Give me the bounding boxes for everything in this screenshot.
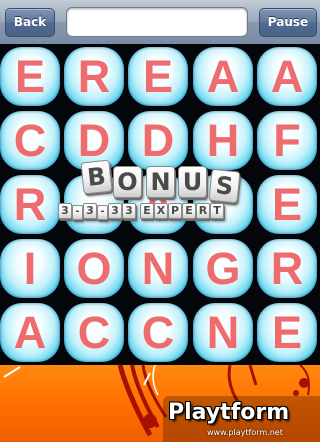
- bonus-combo-cube: P: [168, 203, 182, 219]
- letter-tile[interactable]: A: [257, 47, 317, 106]
- letter-tile[interactable]: O: [64, 239, 124, 298]
- tile-letter: I: [23, 243, 37, 294]
- letter-tile[interactable]: I: [0, 239, 60, 298]
- back-button[interactable]: Back: [5, 8, 55, 37]
- letter-tile[interactable]: F: [257, 111, 317, 170]
- letter-tile[interactable]: E: [128, 47, 188, 106]
- tile-letter: N: [141, 243, 175, 294]
- tile-letter: N: [206, 307, 240, 358]
- letter-tile[interactable]: A: [0, 303, 60, 362]
- bonus-combo-cube: 3: [108, 203, 122, 219]
- bonus-letter-cube: S: [208, 168, 241, 204]
- playtform-watermark: Playtform www.playtform.net: [163, 396, 320, 442]
- playtform-logo: Playtform: [168, 400, 290, 425]
- tile-letter: E: [142, 51, 173, 102]
- letter-tile[interactable]: C: [64, 303, 124, 362]
- letter-tile[interactable]: C: [0, 111, 60, 170]
- bonus-combo-cube: -: [97, 205, 108, 220]
- tile-letter: A: [13, 307, 47, 358]
- bonus-combo-cube: R: [196, 203, 210, 219]
- tile-letter: R: [77, 51, 111, 102]
- tile-letter: E: [271, 307, 302, 358]
- tile-letter: E: [14, 51, 45, 102]
- pause-button[interactable]: Pause: [259, 8, 317, 37]
- tile-letter: C: [13, 115, 47, 166]
- tile-letter: G: [205, 243, 241, 294]
- tile-letter: C: [141, 307, 175, 358]
- bonus-letter-cube: U: [178, 166, 207, 198]
- bonus-combo-cube: E: [182, 203, 196, 219]
- letter-tile[interactable]: R: [64, 47, 124, 106]
- bonus-combo-cube: T: [210, 203, 224, 219]
- bonus-combo-cube: -: [72, 205, 83, 220]
- bonus-letter-cube: B: [80, 159, 113, 195]
- bonus-combo-banner: 3-3-33EXPERT: [58, 201, 268, 221]
- letter-tile[interactable]: E: [257, 303, 317, 362]
- bonus-letter-cube: N: [146, 166, 175, 198]
- letter-tile[interactable]: G: [193, 239, 253, 298]
- tile-letter: A: [206, 51, 240, 102]
- playtform-url: www.playtform.net: [207, 428, 283, 437]
- letter-tile[interactable]: E: [0, 47, 60, 106]
- letter-tile[interactable]: R: [257, 239, 317, 298]
- tile-letter: R: [270, 243, 304, 294]
- bonus-combo-cube: E: [140, 203, 154, 219]
- bonus-banner: BONUS: [80, 158, 242, 204]
- letter-tile[interactable]: R: [0, 175, 60, 234]
- tile-letter: C: [77, 307, 111, 358]
- letter-tile[interactable]: C: [128, 303, 188, 362]
- top-bar: Back Pause: [0, 0, 320, 45]
- letter-tile[interactable]: N: [193, 303, 253, 362]
- bonus-combo-cube: 3: [83, 203, 97, 219]
- tile-letter: O: [76, 243, 112, 294]
- tile-letter: F: [273, 115, 301, 166]
- bonus-combo-cube: X: [154, 203, 168, 219]
- tile-letter: R: [13, 179, 47, 230]
- current-word-field: [66, 7, 248, 37]
- letter-tile[interactable]: N: [128, 239, 188, 298]
- bonus-combo-cube: 3: [58, 203, 72, 219]
- bonus-letter-cube: O: [113, 166, 142, 198]
- bonus-combo-cube: 3: [122, 203, 136, 219]
- letter-tile[interactable]: A: [193, 47, 253, 106]
- tile-letter: A: [270, 51, 304, 102]
